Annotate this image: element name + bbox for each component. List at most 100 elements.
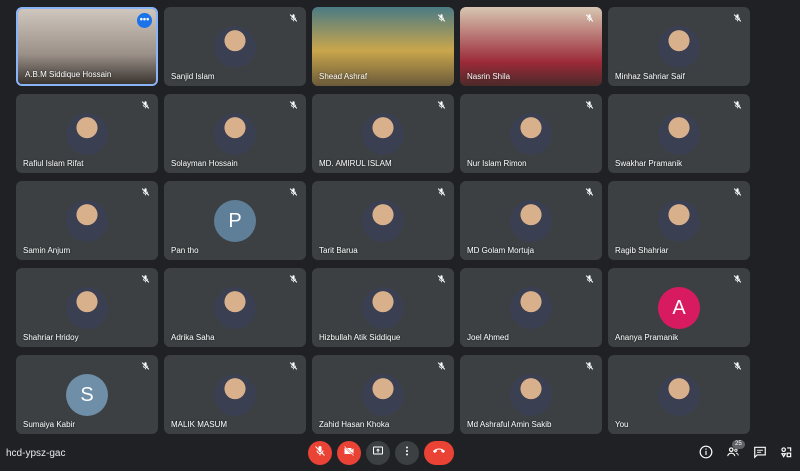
- participant-tile[interactable]: You: [608, 355, 750, 434]
- participant-tile[interactable]: MD Golam Mortuja: [460, 181, 602, 260]
- mic-off-icon: [435, 360, 447, 372]
- participant-name: Solayman Hossain: [171, 159, 238, 168]
- participant-tile[interactable]: ••• A.B.M Siddique Hossain: [16, 7, 158, 86]
- tile-options-button[interactable]: •••: [137, 13, 152, 28]
- participant-tile[interactable]: Solayman Hossain: [164, 94, 306, 173]
- mic-off-icon: [583, 273, 595, 285]
- participant-name: You: [615, 420, 629, 429]
- avatar: [214, 374, 256, 416]
- avatar: [66, 287, 108, 329]
- participant-tile[interactable]: P Pan tho: [164, 181, 306, 260]
- participant-tile[interactable]: A Ananya Pramanik: [608, 268, 750, 347]
- participant-tile[interactable]: Sanjid Islam: [164, 7, 306, 86]
- people-button[interactable]: 25: [725, 440, 745, 462]
- participant-tile[interactable]: Md Ashraful Amin Sakib: [460, 355, 602, 434]
- participant-tile[interactable]: Adrika Saha: [164, 268, 306, 347]
- mic-off-icon: [139, 360, 151, 372]
- participant-name: Shahriar Hridoy: [23, 333, 79, 342]
- participant-tile[interactable]: MD. AMIRUL ISLAM: [312, 94, 454, 173]
- mic-off-icon: [731, 186, 743, 198]
- avatar: [362, 374, 404, 416]
- present-screen-button[interactable]: [366, 441, 390, 465]
- participant-grid: ••• A.B.M Siddique Hossain Sanjid Islam She…: [16, 7, 753, 434]
- avatar: [658, 113, 700, 155]
- participant-name: MD. AMIRUL ISLAM: [319, 159, 392, 168]
- leave-call-button[interactable]: [424, 441, 454, 465]
- participant-name: MD Golam Mortuja: [467, 246, 535, 255]
- participant-tile[interactable]: Hizbullah Atik Siddique: [312, 268, 454, 347]
- avatar: [362, 113, 404, 155]
- participant-tile[interactable]: Tarit Barua: [312, 181, 454, 260]
- avatar: P: [214, 200, 256, 242]
- avatar: A: [658, 287, 700, 329]
- participant-name: Adrika Saha: [171, 333, 215, 342]
- participant-tile[interactable]: Joel Ahmed: [460, 268, 602, 347]
- avatar: [362, 287, 404, 329]
- participant-name: Sumaiya Kabir: [23, 420, 76, 429]
- participant-name: Swakhar Pramanik: [615, 159, 683, 168]
- avatar: [362, 200, 404, 242]
- participant-name: Ananya Pramanik: [615, 333, 679, 342]
- avatar: [510, 200, 552, 242]
- participant-tile[interactable]: Zahid Hasan Khoka: [312, 355, 454, 434]
- participant-name: Pan tho: [171, 246, 199, 255]
- mic-off-icon: [583, 99, 595, 111]
- camera-off-icon: [343, 444, 355, 462]
- info-icon: [699, 445, 713, 464]
- microphone-toggle-button[interactable]: [308, 441, 332, 465]
- mic-off-icon: [583, 360, 595, 372]
- bottom-toolbar: hcd-ypsz-gac 25: [0, 438, 800, 471]
- participant-name: Rafiul Islam Rifat: [23, 159, 84, 168]
- participant-tile[interactable]: Samin Anjum: [16, 181, 158, 260]
- mic-off-icon: [583, 186, 595, 198]
- mic-off-icon: [435, 273, 447, 285]
- participant-tile[interactable]: Nasrin Shila: [460, 7, 602, 86]
- mic-off-icon: [287, 360, 299, 372]
- mic-off-icon: [314, 444, 326, 462]
- participant-name: Nasrin Shila: [467, 72, 511, 81]
- mic-off-icon: [287, 186, 299, 198]
- participant-name: Md Ashraful Amin Sakib: [467, 420, 552, 429]
- avatar: [214, 113, 256, 155]
- participant-tile[interactable]: S Sumaiya Kabir: [16, 355, 158, 434]
- participants-count-badge: 25: [732, 440, 745, 449]
- mic-off-icon: [139, 273, 151, 285]
- participant-tile[interactable]: Swakhar Pramanik: [608, 94, 750, 173]
- participant-tile[interactable]: Minhaz Sahriar Saif: [608, 7, 750, 86]
- activities-icon: [779, 445, 793, 464]
- mic-off-icon: [435, 12, 447, 24]
- meeting-code: hcd-ypsz-gac: [6, 448, 66, 459]
- activities-button[interactable]: [778, 446, 794, 462]
- mic-off-icon: [139, 186, 151, 198]
- avatar: S: [66, 374, 108, 416]
- avatar: [214, 287, 256, 329]
- mic-off-icon: [287, 99, 299, 111]
- avatar: [510, 113, 552, 155]
- participant-name: Samin Anjum: [23, 246, 71, 255]
- avatar: [66, 200, 108, 242]
- participant-tile[interactable]: Rafiul Islam Rifat: [16, 94, 158, 173]
- participant-name: A.B.M Siddique Hossain: [25, 70, 112, 79]
- chat-button[interactable]: [752, 446, 768, 462]
- participant-tile[interactable]: Shead Ashraf: [312, 7, 454, 86]
- participant-name: Tarit Barua: [319, 246, 358, 255]
- mic-off-icon: [139, 99, 151, 111]
- participant-name: Nur Islam Rimon: [467, 159, 527, 168]
- mic-off-icon: [435, 99, 447, 111]
- avatar: [658, 26, 700, 68]
- participant-name: MALIK MASUM: [171, 420, 228, 429]
- participant-tile[interactable]: Shahriar Hridoy: [16, 268, 158, 347]
- meeting-details-button[interactable]: [698, 445, 714, 464]
- mic-off-icon: [287, 273, 299, 285]
- camera-toggle-button[interactable]: [337, 441, 361, 465]
- mic-off-icon: [287, 12, 299, 24]
- hang-up-icon: [432, 444, 446, 462]
- participant-name: Ragib Shahriar: [615, 246, 669, 255]
- present-icon: [372, 444, 384, 462]
- participant-tile[interactable]: Nur Islam Rimon: [460, 94, 602, 173]
- more-options-button[interactable]: [395, 441, 419, 465]
- avatar: [510, 374, 552, 416]
- participant-tile[interactable]: MALIK MASUM: [164, 355, 306, 434]
- mic-off-icon: [435, 186, 447, 198]
- participant-tile[interactable]: Ragib Shahriar: [608, 181, 750, 260]
